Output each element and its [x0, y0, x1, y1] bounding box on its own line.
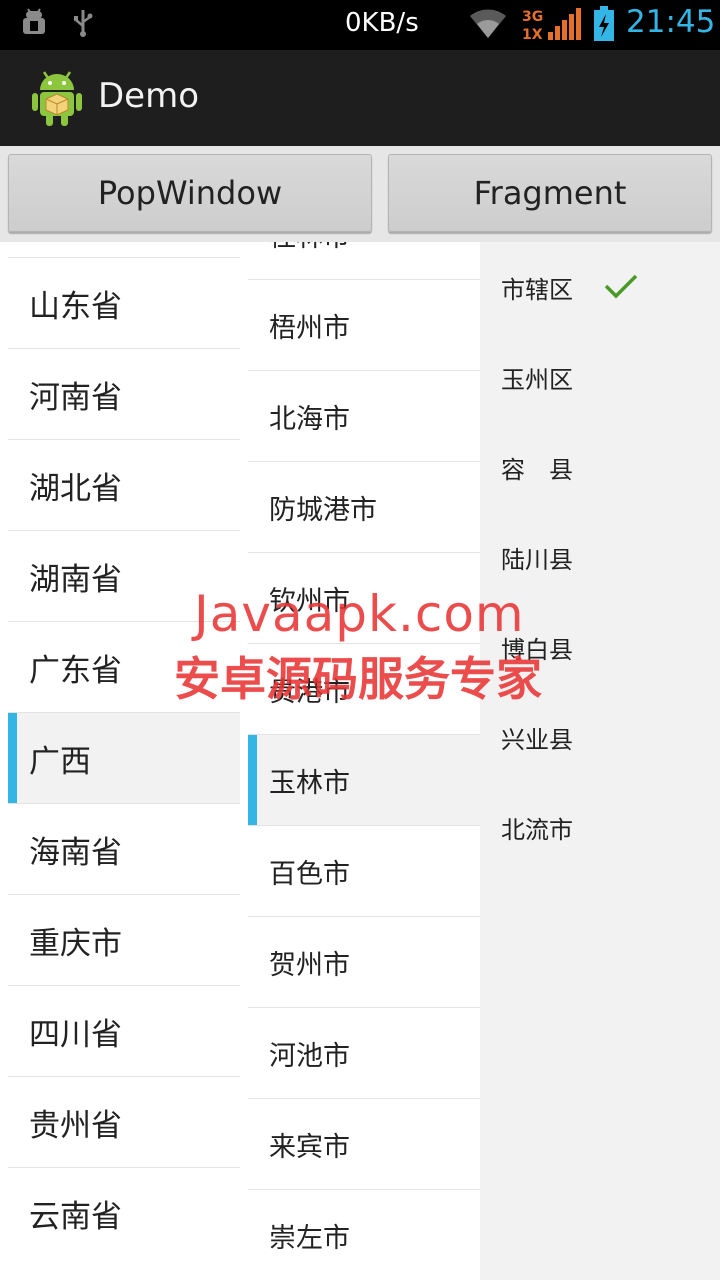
- district-item[interactable]: 玉州区: [480, 332, 720, 422]
- signal-icon: 3G 1X: [522, 6, 584, 46]
- city-item[interactable]: 百色市: [248, 825, 480, 916]
- usb-icon: [72, 8, 94, 42]
- province-item-label: 四川省: [29, 1016, 122, 1053]
- svg-text:1X: 1X: [522, 27, 543, 42]
- province-item-label: 广西: [29, 743, 91, 780]
- city-item-label: 北海市: [269, 403, 350, 435]
- province-item[interactable]: 广西: [8, 712, 240, 803]
- city-item[interactable]: 梧州市: [248, 279, 480, 370]
- district-item-label: 市辖区: [501, 275, 573, 304]
- android-debug-icon: [20, 8, 48, 42]
- city-item[interactable]: 防城港市: [248, 461, 480, 552]
- province-item[interactable]: 广东省: [8, 621, 240, 712]
- city-item-label: 来宾市: [269, 1131, 350, 1163]
- city-item-label: 防城港市: [269, 494, 377, 526]
- province-item[interactable]: 云南省: [8, 1167, 240, 1258]
- district-item-label: 容 县: [501, 455, 573, 484]
- action-bar: Demo: [0, 50, 720, 146]
- province-item[interactable]: 湖北省: [8, 439, 240, 530]
- province-item[interactable]: 山东省: [8, 257, 240, 348]
- city-item-label: 钦州市: [269, 585, 350, 617]
- province-item-label: 广东省: [29, 652, 122, 689]
- district-item[interactable]: 北流市: [480, 782, 720, 872]
- clock: 21:45: [626, 4, 716, 40]
- status-bar: 0KB/s 3G 1X 21:45: [0, 0, 720, 50]
- province-item[interactable]: 湖南省: [8, 530, 240, 621]
- province-item-label: 重庆市: [29, 925, 122, 962]
- city-item[interactable]: 崇左市: [248, 1189, 480, 1280]
- province-item[interactable]: 四川省: [8, 985, 240, 1076]
- app-title: Demo: [98, 76, 200, 116]
- battery-icon: [592, 6, 616, 46]
- district-list-items: 市辖区玉州区容 县陆川县博白县兴业县北流市: [480, 242, 720, 872]
- popwindow-button[interactable]: PopWindow: [8, 154, 372, 232]
- district-item-label: 玉州区: [501, 365, 573, 394]
- province-item[interactable]: 重庆市: [8, 894, 240, 985]
- button-bar: PopWindow Fragment: [0, 146, 720, 242]
- svg-text:3G: 3G: [522, 9, 543, 25]
- android-app-icon[interactable]: [30, 68, 84, 132]
- province-list-items: 山东省河南省湖北省湖南省广东省广西海南省重庆市四川省贵州省云南省: [8, 257, 240, 1258]
- district-list[interactable]: 市辖区玉州区容 县陆川县博白县兴业县北流市: [480, 242, 720, 1280]
- city-item-label: 百色市: [269, 858, 350, 890]
- fragment-button[interactable]: Fragment: [388, 154, 712, 232]
- district-item-label: 兴业县: [501, 725, 573, 754]
- district-item-label: 北流市: [501, 815, 573, 844]
- province-item-label: 湖南省: [29, 561, 122, 598]
- network-speed: 0KB/s: [345, 8, 419, 38]
- city-item-label: 贵港市: [269, 676, 350, 708]
- district-item-label: 博白县: [501, 635, 573, 664]
- city-item[interactable]: 来宾市: [248, 1098, 480, 1189]
- city-list-items: 桂林市梧州市北海市防城港市钦州市贵港市玉林市百色市贺州市河池市来宾市崇左市: [248, 242, 480, 1280]
- district-item[interactable]: 博白县: [480, 602, 720, 692]
- district-item-label: 陆川县: [501, 545, 573, 574]
- city-item-label: 梧州市: [269, 312, 350, 344]
- province-item-label: 云南省: [29, 1198, 122, 1235]
- district-item[interactable]: 市辖区: [480, 242, 720, 332]
- city-item[interactable]: 贺州市: [248, 916, 480, 1007]
- province-list[interactable]: 山东省河南省湖北省湖南省广东省广西海南省重庆市四川省贵州省云南省: [0, 242, 240, 1280]
- province-item-label: 海南省: [29, 834, 122, 871]
- checkmark-icon: [604, 273, 638, 305]
- district-item[interactable]: 兴业县: [480, 692, 720, 782]
- city-item-label: 贺州市: [269, 949, 350, 981]
- wifi-icon: [468, 6, 508, 44]
- city-item[interactable]: 北海市: [248, 370, 480, 461]
- city-item-label: 玉林市: [269, 767, 350, 799]
- province-item-label: 贵州省: [29, 1107, 122, 1144]
- city-item[interactable]: 钦州市: [248, 552, 480, 643]
- city-item[interactable]: 河池市: [248, 1007, 480, 1098]
- province-item-label: 河南省: [29, 379, 122, 416]
- city-item[interactable]: 玉林市: [248, 734, 480, 825]
- district-item[interactable]: 陆川县: [480, 512, 720, 602]
- city-item-label: 崇左市: [269, 1222, 350, 1254]
- city-item-label: 桂林市: [269, 242, 350, 254]
- province-item-label: 山东省: [29, 288, 122, 325]
- province-item[interactable]: 河南省: [8, 348, 240, 439]
- city-item[interactable]: 桂林市: [248, 242, 480, 279]
- city-list[interactable]: 桂林市梧州市北海市防城港市钦州市贵港市玉林市百色市贺州市河池市来宾市崇左市: [240, 242, 480, 1280]
- city-item[interactable]: 贵港市: [248, 643, 480, 734]
- province-item[interactable]: 贵州省: [8, 1076, 240, 1167]
- province-item-label: 湖北省: [29, 470, 122, 507]
- district-item[interactable]: 容 县: [480, 422, 720, 512]
- province-item[interactable]: 海南省: [8, 803, 240, 894]
- city-item-label: 河池市: [269, 1040, 350, 1072]
